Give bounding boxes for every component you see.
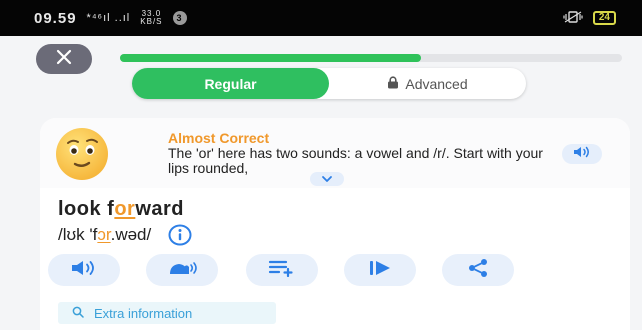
feedback-text: The 'or' here has two sounds: a vowel an… (168, 145, 543, 176)
add-to-list-button[interactable] (246, 254, 318, 286)
close-button[interactable] (36, 44, 92, 74)
feedback-audio-button[interactable] (562, 144, 602, 164)
network-speed: 33.0 KB/S (140, 9, 163, 26)
expand-feedback-button[interactable] (310, 172, 344, 186)
search-icon (72, 306, 84, 321)
lesson-progress-fill (120, 54, 422, 62)
tab-advanced[interactable]: Advanced (329, 68, 526, 99)
notification-badge: 3 (172, 11, 187, 25)
share-icon (467, 258, 489, 283)
status-right: 24 (563, 10, 616, 26)
close-icon (56, 49, 72, 70)
tab-regular-label: Regular (204, 75, 257, 92)
info-icon[interactable] (167, 224, 193, 246)
lesson-progress-bar (120, 54, 622, 62)
slow-speaker-icon (164, 259, 200, 282)
speaker-icon (69, 259, 99, 282)
target-word: look forward (58, 198, 185, 220)
network-signal: *⁴⁶ıl ..ıl (86, 12, 131, 24)
lock-icon (387, 75, 399, 92)
add-to-list-icon (268, 259, 296, 282)
battery-icon: 24 (592, 11, 616, 25)
phonetic-transcription: /lʊk 'fɔr.wəd/ (58, 224, 193, 246)
speaker-icon (573, 145, 591, 163)
feedback-panel: Almost Correct The 'or' here has two sou… (40, 118, 630, 188)
status-left: 09.59 *⁴⁶ıl ..ıl 33.0 KB/S 3 (34, 10, 187, 27)
play-icon (368, 259, 392, 282)
status-time: 09.59 (34, 9, 77, 27)
extra-information-button[interactable]: Extra information (58, 302, 276, 324)
vibrate-icon (563, 10, 583, 26)
play-slow-audio-button[interactable] (146, 254, 218, 286)
feedback-title: Almost Correct (168, 130, 270, 146)
mode-tabs: Regular Advanced (132, 68, 526, 99)
word-actions (48, 254, 518, 288)
status-bar: 09.59 *⁴⁶ıl ..ıl 33.0 KB/S 3 24 (0, 0, 642, 36)
share-button[interactable] (442, 254, 514, 286)
word-card: Almost Correct The 'or' here has two sou… (40, 118, 630, 330)
chevron-down-icon (321, 170, 333, 188)
tab-regular[interactable]: Regular (132, 68, 329, 99)
play-recording-button[interactable] (344, 254, 416, 286)
extra-information-label: Extra information (94, 305, 193, 321)
word-highlight: or (114, 198, 136, 220)
smiley-face-icon (54, 126, 110, 182)
ipa-highlight: ɔr (97, 225, 111, 244)
play-audio-button[interactable] (48, 254, 120, 286)
tab-advanced-label: Advanced (405, 75, 468, 92)
